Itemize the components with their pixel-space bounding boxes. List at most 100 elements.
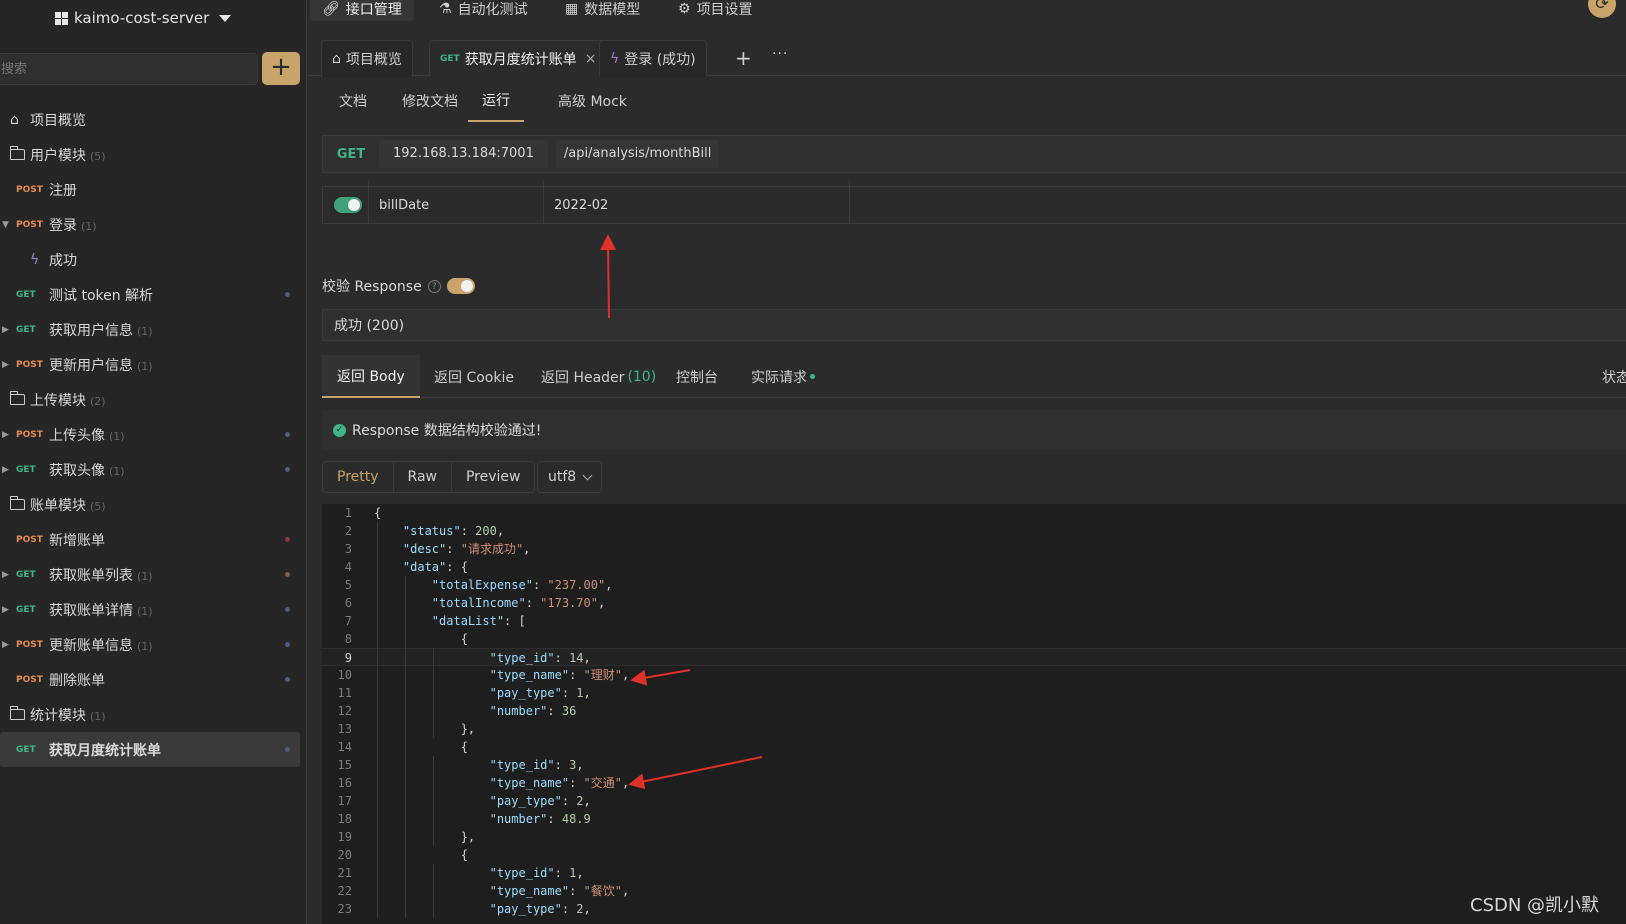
code-text: "type_name": "交通", [489, 776, 630, 790]
method-badge: GET [16, 464, 36, 475]
code-text: "totalExpense": "237.00", [431, 578, 613, 592]
request-host[interactable]: 192.168.13.184:7001 [379, 140, 548, 168]
api-item[interactable]: ▶ POST 更新账单信息 (1) [0, 627, 300, 662]
search-input[interactable] [0, 53, 258, 85]
line-number: 15 [337, 758, 352, 772]
status-dot [810, 374, 815, 379]
api-item[interactable]: POST 注册 [0, 172, 300, 207]
caret-down-icon [219, 14, 232, 22]
request-path[interactable]: /api/analysis/monthBill [555, 140, 720, 168]
tab-response-body[interactable]: 返回 Body [322, 355, 420, 398]
line-number: 7 [344, 614, 352, 628]
nav-project-settings[interactable]: ⚙ 项目设置 [678, 0, 753, 21]
method-badge: POST [16, 639, 43, 650]
line-number: 17 [337, 794, 352, 808]
code-text: "type_name": "餐饮", [489, 884, 630, 898]
format-preview[interactable]: Preview [452, 462, 534, 492]
format-raw[interactable]: Raw [394, 462, 452, 492]
tab-docs[interactable]: 文档 [339, 80, 367, 122]
api-item[interactable]: ▶ GET 获取账单列表 (1) [0, 557, 300, 592]
request-url-bar: GET 192.168.13.184:7001 /api/analysis/mo… [322, 135, 1626, 173]
encoding-select[interactable]: utf8 [537, 461, 602, 493]
collapse-arrow-icon[interactable]: ▶ [2, 640, 9, 650]
param-name[interactable]: billDate [379, 187, 429, 223]
code-line: 10 "type_name": "理财", [322, 666, 1626, 684]
status-dot [285, 572, 290, 577]
api-item[interactable]: POST 新增账单 [0, 522, 300, 557]
api-item[interactable]: ▶ GET 获取用户信息 (1) [0, 312, 300, 347]
add-tab-icon[interactable]: + [735, 46, 752, 70]
collapse-arrow-icon[interactable]: ▶ [2, 325, 9, 335]
folder-item[interactable]: 统计模块 (1) [0, 697, 300, 732]
close-icon[interactable]: × [585, 51, 597, 67]
status-dot [285, 537, 290, 542]
collapse-arrow-icon[interactable]: ▶ [2, 465, 9, 475]
tab-run[interactable]: 运行 [468, 80, 524, 122]
param-enabled-toggle[interactable] [334, 197, 362, 213]
folder-item[interactable]: 上传模块 (2) [0, 382, 300, 417]
tab-advanced-mock[interactable]: 高级 Mock [558, 80, 627, 122]
tab-monthly-bill[interactable]: GET 获取月度统计账单 × [429, 40, 608, 77]
collapse-arrow-icon[interactable]: ▶ [2, 430, 9, 440]
line-number: 22 [337, 884, 352, 898]
case-item[interactable]: ϟ 成功 [0, 242, 300, 277]
param-toggle-cell [334, 187, 362, 223]
method-badge: GET [16, 324, 36, 335]
gear-icon: ⚙ [678, 1, 691, 17]
api-item[interactable]: ▶ GET 获取账单详情 (1) [0, 592, 300, 627]
help-icon[interactable]: ? [427, 279, 441, 293]
api-item[interactable]: POST 删除账单 [0, 662, 300, 697]
code-text: { [374, 506, 382, 520]
add-button[interactable]: + [262, 52, 300, 85]
nav-data-model[interactable]: ▦ 数据模型 [565, 0, 640, 21]
param-value[interactable]: 2022-02 [554, 187, 608, 223]
code-text: "totalIncome": "173.70", [431, 596, 606, 610]
tab-console[interactable]: 控制台 [676, 355, 718, 398]
flask-icon: ⚗︎ [439, 1, 452, 17]
line-number: 1 [344, 506, 352, 520]
collapse-arrow-icon[interactable]: ▶ [2, 570, 9, 580]
tab-edit-docs[interactable]: 修改文档 [402, 80, 458, 122]
api-item[interactable]: GET 测试 token 解析 [0, 277, 300, 312]
collapse-arrow-icon[interactable]: ▶ [2, 360, 9, 370]
response-code-editor[interactable]: 1{2 "status": 200, 3 "desc": "请求成功", 4 "da… [322, 504, 1626, 924]
chevron-down-icon [582, 470, 593, 480]
code-line: 15 "type_id": 3, [322, 756, 1626, 774]
api-item[interactable]: GET 获取月度统计账单 [0, 732, 300, 767]
line-number: 8 [344, 632, 352, 646]
project-switcher[interactable]: kaimo-cost-server [55, 6, 232, 30]
expand-arrow-icon[interactable]: ▼ [2, 220, 9, 230]
folder-item[interactable]: 用户模块 (5) [0, 137, 300, 172]
sidebar: kaimo-cost-server + ⌂项目概览用户模块(5)POST注册 ▼ P… [0, 0, 307, 924]
validate-label: 校验 Response [322, 279, 422, 295]
tab-project-overview[interactable]: ⌂ 项目概览 [321, 40, 413, 77]
code-text: "number": 48.9 [489, 812, 591, 826]
bolt-icon: ϟ [30, 251, 40, 268]
nav-automation-test[interactable]: ⚗︎ 自动化测试 [439, 0, 528, 21]
line-number: 11 [337, 686, 352, 700]
api-item[interactable]: ▶ POST 更新用户信息 (1) [0, 347, 300, 382]
api-item[interactable]: ▶ POST 上传头像 (1) [0, 417, 300, 452]
line-number: 3 [344, 542, 352, 556]
format-pretty[interactable]: Pretty [323, 462, 394, 492]
tab-response-header[interactable]: 返回 Header (10) [541, 355, 656, 398]
indent-guide [433, 648, 434, 738]
response-status-select[interactable]: 成功 (200) [322, 309, 1626, 341]
api-item[interactable]: ▶ GET 获取头像 (1) [0, 452, 300, 487]
request-method[interactable]: GET [323, 147, 379, 162]
api-item[interactable]: ▼ POST 登录 (1) [0, 207, 300, 242]
folder-item[interactable]: 账单模块 (5) [0, 487, 300, 522]
validate-toggle[interactable] [446, 278, 475, 294]
tab-actual-request[interactable]: 实际请求 [751, 355, 815, 398]
code-text: { [374, 848, 468, 862]
code-line: 2 "status": 200, [322, 522, 1626, 540]
collapse-arrow-icon[interactable]: ▶ [2, 605, 9, 615]
nav-api-management[interactable]: 🔗︎ 接口管理 [310, 0, 414, 21]
tab-status[interactable]: 状态 [1602, 355, 1626, 398]
more-icon[interactable]: ··· [772, 46, 788, 62]
code-line: 20 { [322, 846, 1626, 864]
tab-response-cookie[interactable]: 返回 Cookie [434, 355, 514, 398]
sidebar-item-overview[interactable]: ⌂ 项目概览 [0, 102, 300, 137]
tab-login-success[interactable]: ϟ 登录 (成功) [599, 40, 707, 77]
code-text: "pay_type": 1, [489, 686, 591, 700]
